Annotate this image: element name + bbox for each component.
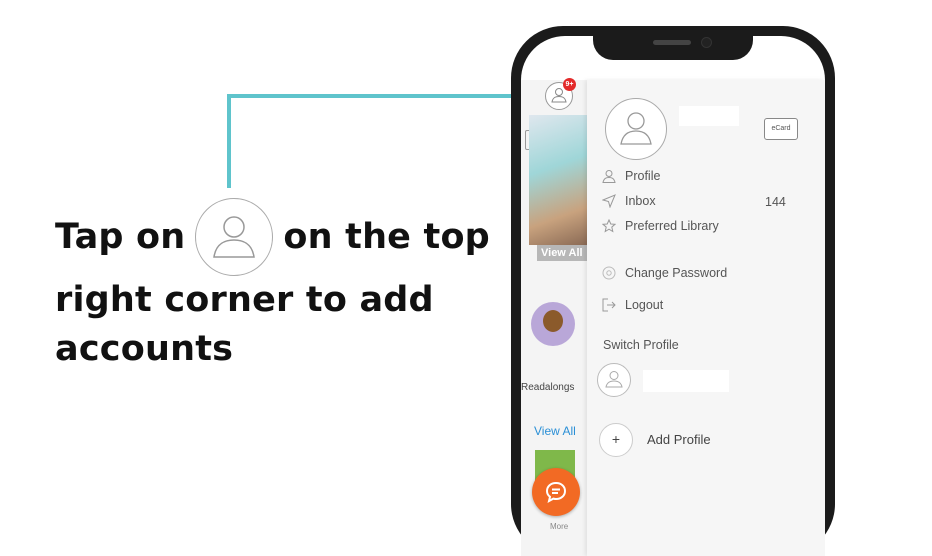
instruction-line-1-end: on the top — [283, 216, 490, 257]
chat-fab-button[interactable] — [532, 468, 580, 516]
connector-line-vertical — [227, 94, 231, 188]
view-all-overlay[interactable]: View All — [537, 245, 587, 261]
add-profile-button[interactable]: + — [599, 423, 633, 457]
menu-item-inbox[interactable]: Inbox — [601, 193, 656, 209]
person-icon — [620, 112, 652, 145]
menu-item-label: Profile — [625, 169, 661, 183]
menu-item-label: Preferred Library — [625, 219, 719, 233]
at-icon — [601, 265, 617, 281]
front-camera — [701, 37, 712, 48]
view-all-link[interactable]: View All — [534, 424, 576, 438]
connector-line-horizontal — [227, 94, 547, 98]
menu-item-label: Inbox — [625, 194, 656, 208]
instruction-text: Tap on on the top right corner to add ac… — [55, 198, 495, 374]
phone-screen: View All Readalongs View All More 9+ eCa… — [521, 36, 825, 556]
instruction-line-1: Tap on on the top — [55, 198, 495, 276]
instruction-line-2: right corner to add — [55, 280, 434, 320]
menu-item-change-password[interactable]: Change Password — [601, 265, 727, 281]
star-icon — [601, 218, 617, 234]
person-icon — [601, 168, 617, 184]
menu-item-profile[interactable]: Profile — [601, 168, 660, 184]
instruction-line-1-start: Tap on — [55, 216, 186, 257]
menu-item-preferred-library[interactable]: Preferred Library — [601, 218, 719, 234]
account-drawer: eCard Profile Inbox 144 Preferred Librar… — [587, 80, 825, 556]
menu-item-logout[interactable]: Logout — [601, 297, 663, 313]
person-icon — [605, 371, 623, 388]
phone-notch — [593, 26, 753, 60]
chat-icon — [545, 481, 567, 503]
menu-item-label: Change Password — [625, 266, 728, 280]
background-app: View All Readalongs View All More — [521, 80, 587, 556]
profile-name-redacted — [679, 106, 739, 126]
instruction-line-3: accounts — [55, 329, 234, 369]
profile-avatar-icon — [195, 198, 274, 276]
inbox-count: 144 — [765, 195, 786, 209]
other-profile-avatar[interactable] — [597, 363, 631, 397]
phone-frame: View All Readalongs View All More 9+ eCa… — [511, 26, 835, 556]
send-icon — [601, 193, 617, 209]
switch-profile-label: Switch Profile — [603, 338, 679, 352]
menu-item-label: Logout — [625, 298, 664, 312]
featured-image[interactable]: View All — [529, 115, 587, 261]
readalongs-label: Readalongs — [521, 382, 575, 393]
logout-icon — [601, 297, 617, 313]
current-profile-avatar[interactable] — [605, 98, 667, 160]
ecard-button[interactable]: eCard — [764, 118, 798, 140]
other-profile-name-redacted[interactable] — [643, 370, 729, 392]
teddy-bear-image[interactable] — [531, 302, 575, 346]
add-profile-label[interactable]: Add Profile — [647, 432, 711, 447]
notification-badge: 9+ — [563, 78, 576, 91]
speaker-grille — [653, 40, 691, 45]
